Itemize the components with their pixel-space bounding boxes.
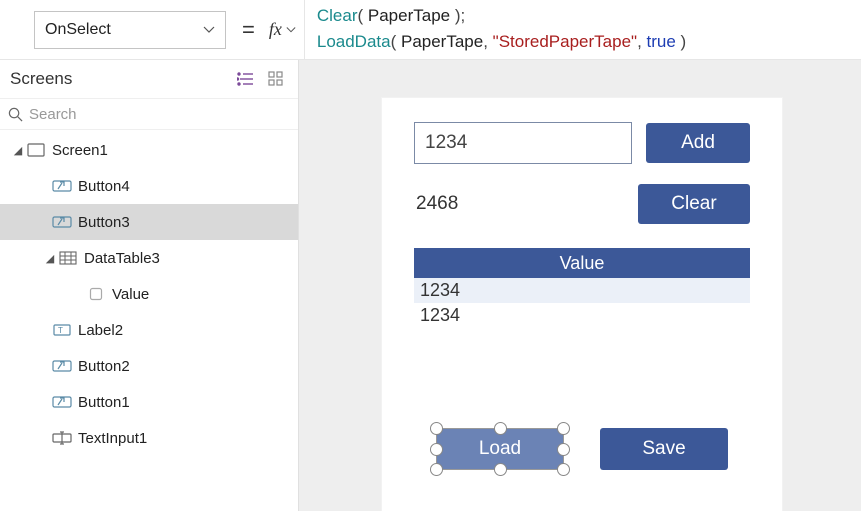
fx-label[interactable]: fx: [269, 19, 296, 40]
tree-item-button1[interactable]: Button1: [0, 384, 298, 420]
tree-label: Button3: [78, 214, 130, 231]
cell: 1234: [420, 280, 460, 300]
table-row[interactable]: 1234: [414, 303, 750, 328]
tree-label: Button2: [78, 358, 130, 375]
tree-label: Label2: [78, 322, 123, 339]
button-icon: [52, 394, 72, 410]
button-icon: [52, 214, 72, 230]
table-header-label: Value: [560, 253, 605, 274]
collapse-icon[interactable]: ◢: [10, 144, 26, 157]
chevron-down-icon: [203, 24, 215, 36]
screens-title: Screens: [10, 69, 228, 89]
textinput-icon: [52, 430, 72, 446]
column-icon: [86, 286, 106, 302]
property-selector[interactable]: OnSelect: [34, 11, 226, 49]
sum-label: 2468: [414, 193, 638, 215]
number-input[interactable]: [414, 122, 632, 164]
clear-button[interactable]: Clear: [638, 184, 750, 224]
screens-header: Screens: [0, 60, 298, 98]
resize-handle[interactable]: [430, 463, 443, 476]
tree-item-textinput1[interactable]: TextInput1: [0, 420, 298, 456]
app-screen: Add 2468 Clear Value 1234 1234 Load: [382, 98, 782, 511]
save-button[interactable]: Save: [600, 428, 728, 470]
value-table: Value 1234 1234: [414, 248, 750, 328]
collapse-icon[interactable]: ◢: [42, 252, 58, 265]
tree-label: Value: [112, 286, 149, 303]
formula-input[interactable]: Clear( PaperTape ); LoadData( PaperTape,…: [304, 0, 861, 60]
button-icon: [52, 358, 72, 374]
tree-label: DataTable3: [84, 250, 160, 267]
add-label: Add: [681, 132, 715, 154]
screen-icon: [26, 142, 46, 158]
datatable-icon: [58, 250, 78, 266]
clear-label: Clear: [671, 193, 716, 215]
fx-icon: fx: [269, 19, 282, 40]
button-icon: [52, 178, 72, 194]
search-row: [0, 98, 298, 130]
resize-handle[interactable]: [557, 463, 570, 476]
add-button[interactable]: Add: [646, 123, 750, 163]
tree-label: TextInput1: [78, 430, 147, 447]
property-name: OnSelect: [45, 21, 111, 39]
resize-handle[interactable]: [430, 443, 443, 456]
selected-load-button[interactable]: Load: [436, 428, 564, 470]
svg-text:T: T: [58, 326, 63, 335]
resize-handle[interactable]: [430, 422, 443, 435]
load-label: Load: [479, 438, 521, 460]
cell: 1234: [420, 305, 460, 325]
tree-item-screen1[interactable]: ◢ Screen1: [0, 132, 298, 168]
search-icon: [8, 107, 23, 122]
tree-label: Button4: [78, 178, 130, 195]
table-row[interactable]: 1234: [414, 278, 750, 303]
tree-item-button2[interactable]: Button2: [0, 348, 298, 384]
tree-item-label2[interactable]: T Label2: [0, 312, 298, 348]
label-icon: T: [52, 322, 72, 338]
grid-view-icon[interactable]: [264, 67, 288, 91]
tree-item-datatable3[interactable]: ◢ DataTable3: [0, 240, 298, 276]
table-header[interactable]: Value: [414, 248, 750, 278]
tree-item-value[interactable]: Value: [0, 276, 298, 312]
tree-item-button4[interactable]: Button4: [0, 168, 298, 204]
equals-sign: =: [242, 17, 255, 43]
tree-panel: Screens ◢ S: [0, 60, 299, 511]
tree: ◢ Screen1 Button4 Button3: [0, 130, 298, 456]
save-label: Save: [642, 438, 685, 460]
formula-bar: OnSelect = fx Clear( PaperTape ); LoadDa…: [0, 0, 861, 60]
tree-label: Button1: [78, 394, 130, 411]
tree-label: Screen1: [52, 142, 108, 159]
resize-handle[interactable]: [557, 443, 570, 456]
search-input[interactable]: [29, 106, 290, 123]
tree-item-button3[interactable]: Button3: [0, 204, 298, 240]
tree-view-icon[interactable]: [234, 67, 258, 91]
resize-handle[interactable]: [494, 422, 507, 435]
resize-handle[interactable]: [557, 422, 570, 435]
canvas[interactable]: Add 2468 Clear Value 1234 1234 Load: [299, 60, 861, 511]
resize-handle[interactable]: [494, 463, 507, 476]
